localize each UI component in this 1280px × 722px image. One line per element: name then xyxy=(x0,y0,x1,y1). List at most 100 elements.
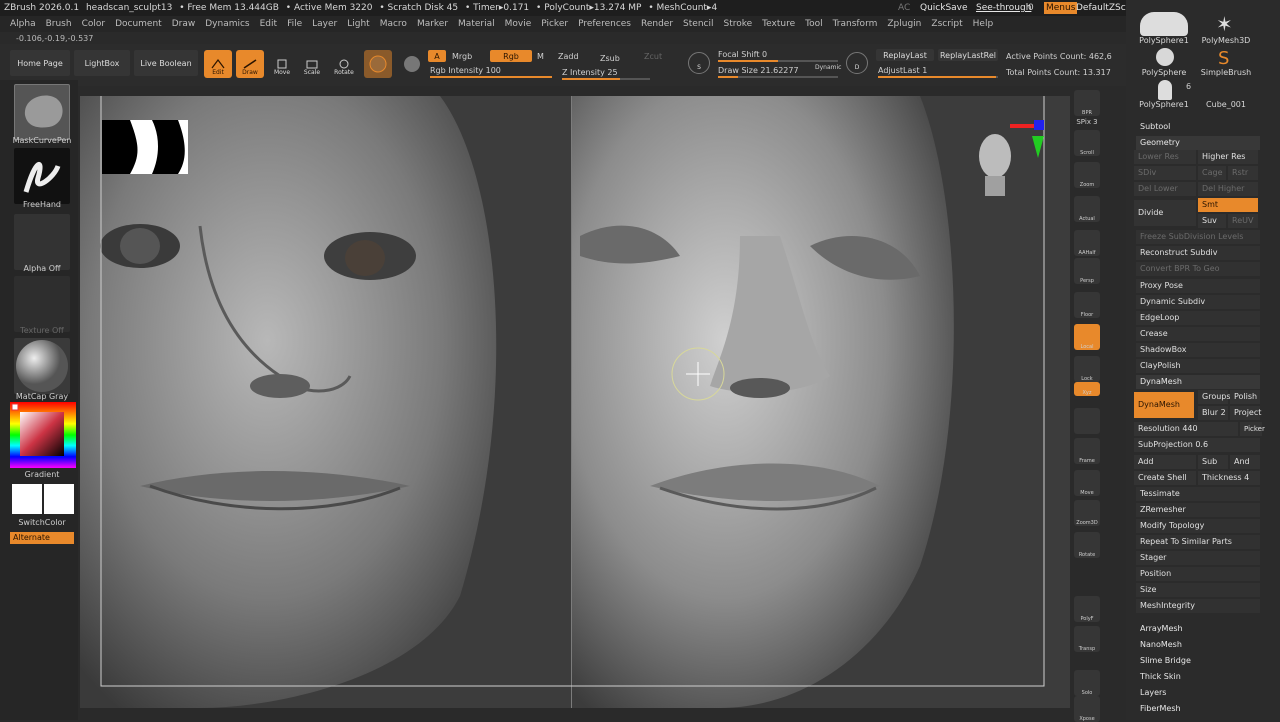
tool-cube001-label[interactable]: Cube_001 xyxy=(1196,100,1256,109)
tessimate-button[interactable]: Tessimate xyxy=(1136,487,1260,501)
menu-light[interactable]: Light xyxy=(347,16,369,32)
draw-mode-button[interactable]: Draw xyxy=(236,50,264,78)
menu-macro[interactable]: Macro xyxy=(380,16,407,32)
draw-size-slider[interactable]: Draw Size 21.62277 xyxy=(718,66,799,75)
position-button[interactable]: Position xyxy=(1136,567,1260,581)
tool-simplebrush-label[interactable]: SimpleBrush xyxy=(1196,68,1256,77)
alpha-thumbnail[interactable] xyxy=(14,214,70,270)
tool-polysphere1b-label[interactable]: PolySphere1 xyxy=(1134,100,1194,109)
dynamic-subdiv-button[interactable]: Dynamic Subdiv xyxy=(1136,295,1260,309)
menu-zscript[interactable]: Zscript xyxy=(931,16,962,32)
menu-stencil[interactable]: Stencil xyxy=(683,16,713,32)
focal-shift-slider[interactable]: Focal Shift 0 xyxy=(718,50,767,59)
seethrough-slider[interactable]: See-through xyxy=(976,0,1031,16)
polysphere1-thumb[interactable] xyxy=(1140,12,1188,36)
lightbox-button[interactable]: LightBox xyxy=(74,50,130,76)
blur-slider[interactable]: Blur 2 xyxy=(1198,406,1228,420)
nanomesh-header[interactable]: NanoMesh xyxy=(1136,638,1260,652)
menu-draw[interactable]: Draw xyxy=(172,16,196,32)
shelf-local-button[interactable]: Local xyxy=(1074,324,1100,350)
crease-button[interactable]: Crease xyxy=(1136,327,1260,341)
menu-movie[interactable]: Movie xyxy=(505,16,532,32)
size-button[interactable]: Size xyxy=(1136,583,1260,597)
shelf-solo-button[interactable]: Solo xyxy=(1074,670,1100,696)
menus-button[interactable]: Menus xyxy=(1044,2,1078,14)
focal-shift-circle-button[interactable]: S xyxy=(688,52,710,74)
replaylastrel-button[interactable]: ReplayLastRel xyxy=(938,49,998,61)
shelf-lock-button[interactable]: Lock xyxy=(1074,356,1100,382)
repeat-similar-parts-button[interactable]: Repeat To Similar Parts xyxy=(1136,535,1260,549)
menu-render[interactable]: Render xyxy=(641,16,673,32)
shelf-persp-button[interactable]: Persp xyxy=(1074,258,1100,284)
resolution-slider[interactable]: Resolution 440 xyxy=(1134,422,1238,436)
thick-skin-header[interactable]: Thick Skin xyxy=(1136,670,1260,684)
color-sphere-button[interactable] xyxy=(398,50,426,78)
menu-picker[interactable]: Picker xyxy=(541,16,568,32)
shelf-rotate-button[interactable]: Rotate xyxy=(1074,532,1100,558)
claypolish-button[interactable]: ClayPolish xyxy=(1136,359,1260,373)
shelf-bpr-button[interactable]: BPR xyxy=(1074,90,1100,116)
dynamesh-header[interactable]: DynaMesh xyxy=(1136,375,1260,389)
project-toggle[interactable]: Project xyxy=(1230,406,1261,420)
shelf-xpose-button[interactable]: Xpose xyxy=(1074,696,1100,722)
shelf-transp-button[interactable]: Transp xyxy=(1074,626,1100,652)
shelf-xyz-button[interactable]: Xyz xyxy=(1074,382,1100,396)
canvas-viewport[interactable] xyxy=(80,96,1070,708)
menu-preferences[interactable]: Preferences xyxy=(578,16,631,32)
slime-bridge-header[interactable]: Slime Bridge xyxy=(1136,654,1260,668)
dynamesh-button[interactable]: DynaMesh xyxy=(1134,392,1194,418)
menu-color[interactable]: Color xyxy=(82,16,106,32)
switchcolor-button[interactable]: SwitchColor xyxy=(0,518,84,527)
shelf-frame-button[interactable]: Frame xyxy=(1074,438,1100,464)
rgb-intensity-slider[interactable]: Rgb Intensity 100 xyxy=(430,66,501,75)
polysphere-thumb-icon[interactable] xyxy=(1156,48,1174,66)
adjustlast-slider[interactable]: AdjustLast 1 xyxy=(878,66,927,75)
scale-mode-button[interactable]: Scale xyxy=(298,50,326,78)
layers-header[interactable]: Layers xyxy=(1136,686,1260,700)
material-swatch-button[interactable] xyxy=(364,50,392,78)
reuv-button[interactable]: ReUV xyxy=(1228,214,1258,228)
sub-button[interactable]: Sub xyxy=(1198,455,1228,469)
shelf-zoom3d-button[interactable]: Zoom3D xyxy=(1074,500,1100,526)
menu-transform[interactable]: Transform xyxy=(833,16,878,32)
replaylast-button[interactable]: ReplayLast xyxy=(876,49,934,61)
rgb-toggle[interactable]: Rgb xyxy=(490,50,532,62)
menu-tool[interactable]: Tool xyxy=(805,16,822,32)
fibermesh-header[interactable]: FiberMesh xyxy=(1136,702,1260,716)
alternate-button[interactable]: Alternate xyxy=(10,532,74,544)
shelf-actual-button[interactable]: Actual xyxy=(1074,196,1100,222)
menu-dynamics[interactable]: Dynamics xyxy=(205,16,249,32)
dynamic-toggle[interactable]: Dynamic xyxy=(815,64,841,71)
shelf-move-button[interactable]: Move xyxy=(1074,470,1100,496)
shelf-scroll-button[interactable]: Scroll xyxy=(1074,130,1100,156)
and-button[interactable]: And xyxy=(1230,455,1260,469)
subprojection-slider[interactable]: SubProjection 0.6 xyxy=(1134,438,1260,452)
menu-zplugin[interactable]: Zplugin xyxy=(887,16,921,32)
tool-polysphere-label[interactable]: PolySphere xyxy=(1134,68,1194,77)
rotate-mode-button[interactable]: Rotate xyxy=(330,50,358,78)
edgeloop-button[interactable]: EdgeLoop xyxy=(1136,311,1260,325)
menu-texture[interactable]: Texture xyxy=(762,16,795,32)
live-boolean-button[interactable]: Live Boolean xyxy=(134,50,198,76)
shelf-aahalf-button[interactable]: AAHalf xyxy=(1074,230,1100,256)
polymesh3d-star-icon[interactable]: ✶ xyxy=(1216,12,1233,36)
menu-file[interactable]: File xyxy=(287,16,302,32)
subtool-header[interactable]: Subtool xyxy=(1136,120,1260,134)
polish-toggle[interactable]: Polish xyxy=(1230,390,1260,404)
simplebrush-s-icon[interactable]: S xyxy=(1218,48,1229,69)
sdiv-slider[interactable]: SDiv xyxy=(1134,166,1196,180)
menu-alpha[interactable]: Alpha xyxy=(10,16,36,32)
create-shell-button[interactable]: Create Shell xyxy=(1134,471,1196,485)
shelf-floor-button[interactable]: Floor xyxy=(1074,292,1100,318)
menu-brush[interactable]: Brush xyxy=(46,16,72,32)
menu-material[interactable]: Material xyxy=(458,16,495,32)
smt-toggle[interactable]: Smt xyxy=(1198,198,1258,212)
d-circle-button[interactable]: D xyxy=(846,52,868,74)
divide-button[interactable]: Divide xyxy=(1134,200,1196,226)
arraymesh-header[interactable]: ArrayMesh xyxy=(1136,622,1260,636)
picker-button[interactable]: Picker xyxy=(1240,422,1265,436)
m-toggle[interactable]: M xyxy=(537,52,544,61)
shelf-divider-button[interactable] xyxy=(1074,408,1100,434)
cage-button[interactable]: Cage xyxy=(1198,166,1226,180)
tool-polymesh3d-label[interactable]: PolyMesh3D xyxy=(1196,36,1256,45)
